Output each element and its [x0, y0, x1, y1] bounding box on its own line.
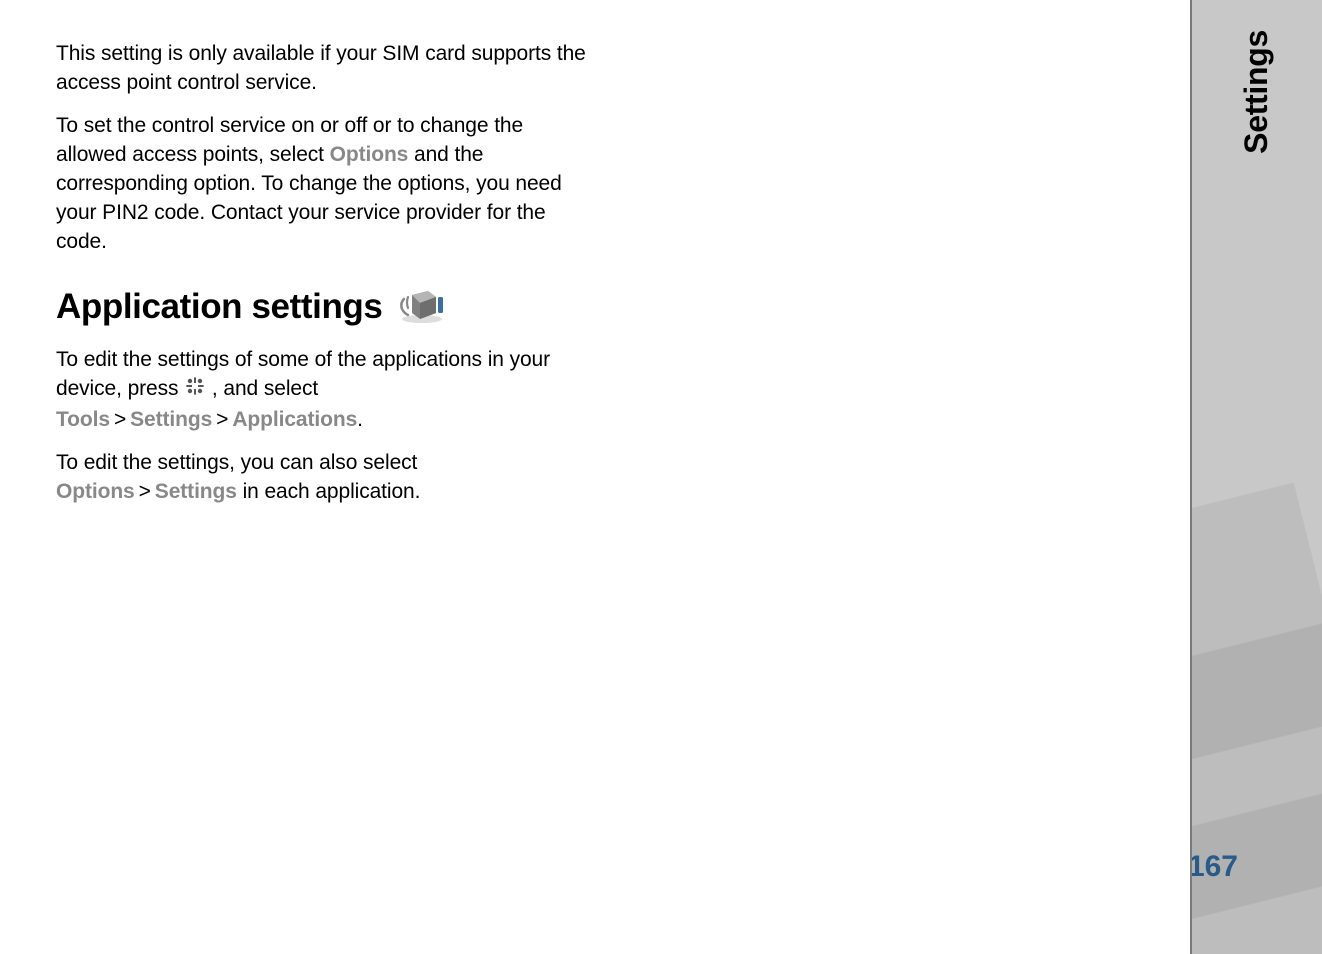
- paragraph-sim-note: This setting is only available if your S…: [56, 40, 586, 98]
- text: , and select: [206, 377, 318, 400]
- text: .: [357, 408, 363, 431]
- text: in each application.: [237, 480, 421, 503]
- page-number: 167: [1192, 850, 1238, 884]
- text: This setting is only available if your S…: [56, 42, 586, 94]
- section-tab-label: Settings: [1238, 30, 1275, 154]
- paragraph-edit-settings: To edit the settings of some of the appl…: [56, 346, 586, 435]
- application-settings-icon: [392, 283, 448, 332]
- menu-label-settings: Settings: [155, 480, 237, 503]
- heading-application-settings: Application settings: [56, 287, 382, 327]
- menu-label-options: Options: [330, 143, 409, 166]
- breadcrumb-separator: >: [135, 480, 155, 503]
- paragraph-control-service: To set the control service on or off or …: [56, 112, 586, 257]
- heading-row: Application settings: [56, 283, 586, 332]
- menu-label-options: Options: [56, 480, 135, 503]
- breadcrumb-separator: >: [110, 408, 130, 431]
- menu-label-applications: Applications: [232, 408, 357, 431]
- menu-key-icon: [184, 379, 206, 402]
- side-tab: Settings 167: [1192, 0, 1322, 954]
- breadcrumb-separator: >: [212, 408, 232, 431]
- menu-label-tools: Tools: [56, 408, 110, 431]
- menu-label-settings: Settings: [130, 408, 212, 431]
- text-column: This setting is only available if your S…: [56, 40, 586, 507]
- page-content: This setting is only available if your S…: [0, 0, 1192, 954]
- paragraph-alternative-edit: To edit the settings, you can also selec…: [56, 449, 586, 507]
- text: To edit the settings, you can also selec…: [56, 451, 417, 474]
